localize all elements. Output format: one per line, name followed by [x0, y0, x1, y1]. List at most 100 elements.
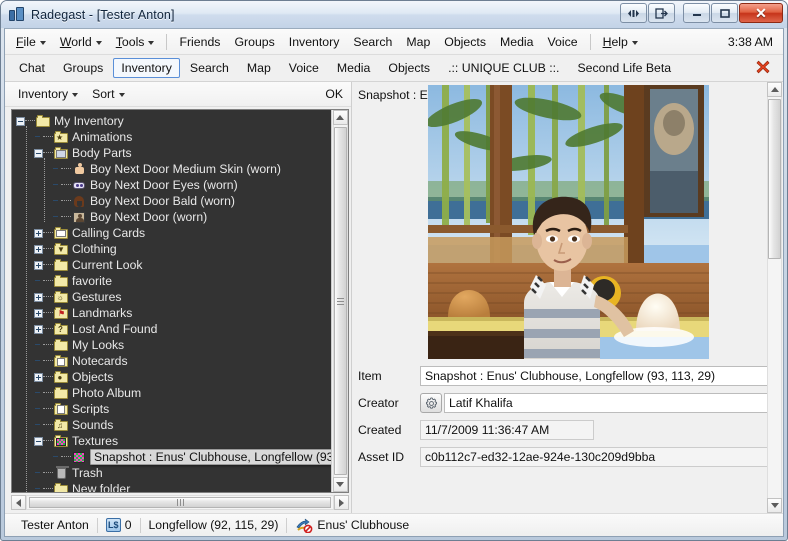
menu-world[interactable]: World: [53, 32, 109, 52]
tree-item-label: Boy Next Door Medium Skin (worn): [90, 162, 281, 176]
close-tab-icon[interactable]: [755, 59, 771, 75]
tree-item[interactable]: ♫ Sounds: [12, 417, 331, 433]
tree-item[interactable]: Boy Next Door (worn): [12, 209, 331, 225]
tree-expander[interactable]: [34, 308, 43, 318]
tab-media[interactable]: Media: [329, 58, 379, 78]
tab-objects[interactable]: Objects: [380, 58, 438, 78]
menu-groups[interactable]: Groups: [227, 32, 281, 52]
triangle-up-icon: [770, 87, 779, 92]
tree-item[interactable]: Body Parts: [12, 145, 331, 161]
menu-friends[interactable]: Friends: [172, 32, 227, 52]
menu-help[interactable]: Help: [596, 32, 645, 52]
tree-item[interactable]: ● Objects: [12, 369, 331, 385]
tree-expander[interactable]: [16, 116, 25, 126]
tree-item[interactable]: Photo Album: [12, 385, 331, 401]
tab-voice[interactable]: Voice: [281, 58, 327, 78]
inventory-menu-button[interactable]: Inventory: [11, 84, 85, 104]
tree-item[interactable]: ▼ Clothing: [12, 241, 331, 257]
ok-button[interactable]: OK: [325, 87, 343, 101]
detail-scroll-down-button[interactable]: [767, 498, 782, 513]
tab-unique-club[interactable]: .:: UNIQUE CLUB ::.: [440, 58, 567, 78]
triangle-down-icon: [770, 503, 779, 508]
folder-bodyparts-icon: [54, 146, 68, 160]
tab-search[interactable]: Search: [182, 58, 237, 78]
tab-chat[interactable]: Chat: [11, 58, 53, 78]
tree-item[interactable]: ? Lost And Found: [12, 321, 331, 337]
detail-scroll-up-button[interactable]: [767, 82, 782, 97]
tree-item-label: favorite: [72, 274, 112, 288]
snapshot-preview-image[interactable]: [428, 85, 709, 359]
tree-item-label: Lost And Found: [72, 322, 158, 336]
tree-expander[interactable]: [34, 260, 43, 270]
scroll-left-button[interactable]: [11, 495, 26, 510]
tree-item[interactable]: Snapshot : Enus' Clubhouse, Longfellow (…: [12, 449, 331, 465]
tree-item[interactable]: ★ Animations: [12, 129, 331, 145]
creator-field[interactable]: [444, 393, 771, 413]
tree-expander[interactable]: [34, 436, 43, 446]
tree-item[interactable]: Textures: [12, 433, 331, 449]
minimize-button[interactable]: [683, 3, 710, 23]
scroll-up-button[interactable]: [332, 110, 348, 125]
menu-objects[interactable]: Objects: [437, 32, 493, 52]
tree-item[interactable]: Notecards: [12, 353, 331, 369]
tree-item[interactable]: ☼ Gestures: [12, 289, 331, 305]
tab-inventory[interactable]: Inventory: [113, 58, 180, 78]
tree-item[interactable]: My Looks: [12, 337, 331, 353]
menu-search[interactable]: Search: [346, 32, 399, 52]
maximize-button[interactable]: [711, 3, 738, 23]
tree-item[interactable]: New folder: [12, 481, 331, 492]
tree-item[interactable]: Calling Cards: [12, 225, 331, 241]
menu-media[interactable]: Media: [493, 32, 541, 52]
tree-item[interactable]: Boy Next Door Bald (worn): [12, 193, 331, 209]
status-location[interactable]: Longfellow (92, 115, 29): [141, 518, 287, 532]
resize-toggle-button[interactable]: [620, 3, 647, 23]
hscroll-track[interactable]: [26, 495, 334, 510]
tree-expander[interactable]: [34, 148, 43, 158]
inventory-pane: Inventory Sort OK My Inventory ★ Animation…: [5, 82, 352, 513]
eyes-icon: [72, 179, 86, 192]
creator-profile-button[interactable]: [420, 393, 442, 413]
window-title: Radegast - [Tester Anton]: [31, 7, 175, 22]
tree-item[interactable]: Scripts: [12, 401, 331, 417]
tree-horizontal-scrollbar[interactable]: [11, 494, 349, 511]
tree-item[interactable]: Boy Next Door Eyes (worn): [12, 177, 331, 193]
scroll-right-button[interactable]: [334, 495, 349, 510]
menu-inventory[interactable]: Inventory: [282, 32, 347, 52]
tree-expander[interactable]: [34, 228, 43, 238]
tree-item-label: Boy Next Door (worn): [90, 210, 208, 224]
tab-groups[interactable]: Groups: [55, 58, 111, 78]
detail-vertical-scrollbar[interactable]: [767, 82, 783, 513]
tree-item[interactable]: My Inventory: [12, 113, 331, 129]
tree-item[interactable]: Trash: [12, 465, 331, 481]
status-parcel[interactable]: Enus' Clubhouse: [287, 518, 417, 533]
menu-tools[interactable]: Tools: [109, 32, 162, 52]
scroll-down-button[interactable]: [332, 477, 348, 492]
sort-menu-button[interactable]: Sort: [85, 84, 131, 104]
tree-item-label: Boy Next Door Bald (worn): [90, 194, 235, 208]
item-field[interactable]: [420, 366, 771, 386]
detail-vscroll-thumb[interactable]: [768, 99, 781, 259]
menu-file[interactable]: File: [9, 32, 53, 52]
tree-item[interactable]: ⚑ Landmarks: [12, 305, 331, 321]
tree-expander[interactable]: [34, 244, 43, 254]
tree-item[interactable]: favorite: [12, 273, 331, 289]
menu-map[interactable]: Map: [399, 32, 437, 52]
tree-expander[interactable]: [34, 324, 43, 334]
tab-map[interactable]: Map: [239, 58, 279, 78]
tree-expander[interactable]: [34, 372, 43, 382]
title-bar: Radegast - [Tester Anton] ✕: [1, 1, 787, 28]
detach-button[interactable]: [648, 3, 675, 23]
detail-vscroll-track[interactable]: [767, 97, 782, 498]
close-button[interactable]: ✕: [739, 3, 783, 23]
menu-voice[interactable]: Voice: [540, 32, 584, 52]
tree-vertical-scrollbar[interactable]: [331, 110, 348, 492]
vscroll-track[interactable]: [332, 125, 348, 477]
inventory-tree[interactable]: My Inventory ★ Animations Body Parts Boy Nex…: [12, 110, 331, 492]
hscroll-thumb[interactable]: [29, 497, 331, 508]
tree-expander[interactable]: [34, 292, 43, 302]
tree-item[interactable]: Current Look: [12, 257, 331, 273]
vscroll-thumb[interactable]: [333, 127, 347, 475]
status-balance[interactable]: L$ 0: [98, 518, 140, 532]
tree-item[interactable]: Boy Next Door Medium Skin (worn): [12, 161, 331, 177]
tab-second-life-beta[interactable]: Second Life Beta: [569, 58, 679, 78]
